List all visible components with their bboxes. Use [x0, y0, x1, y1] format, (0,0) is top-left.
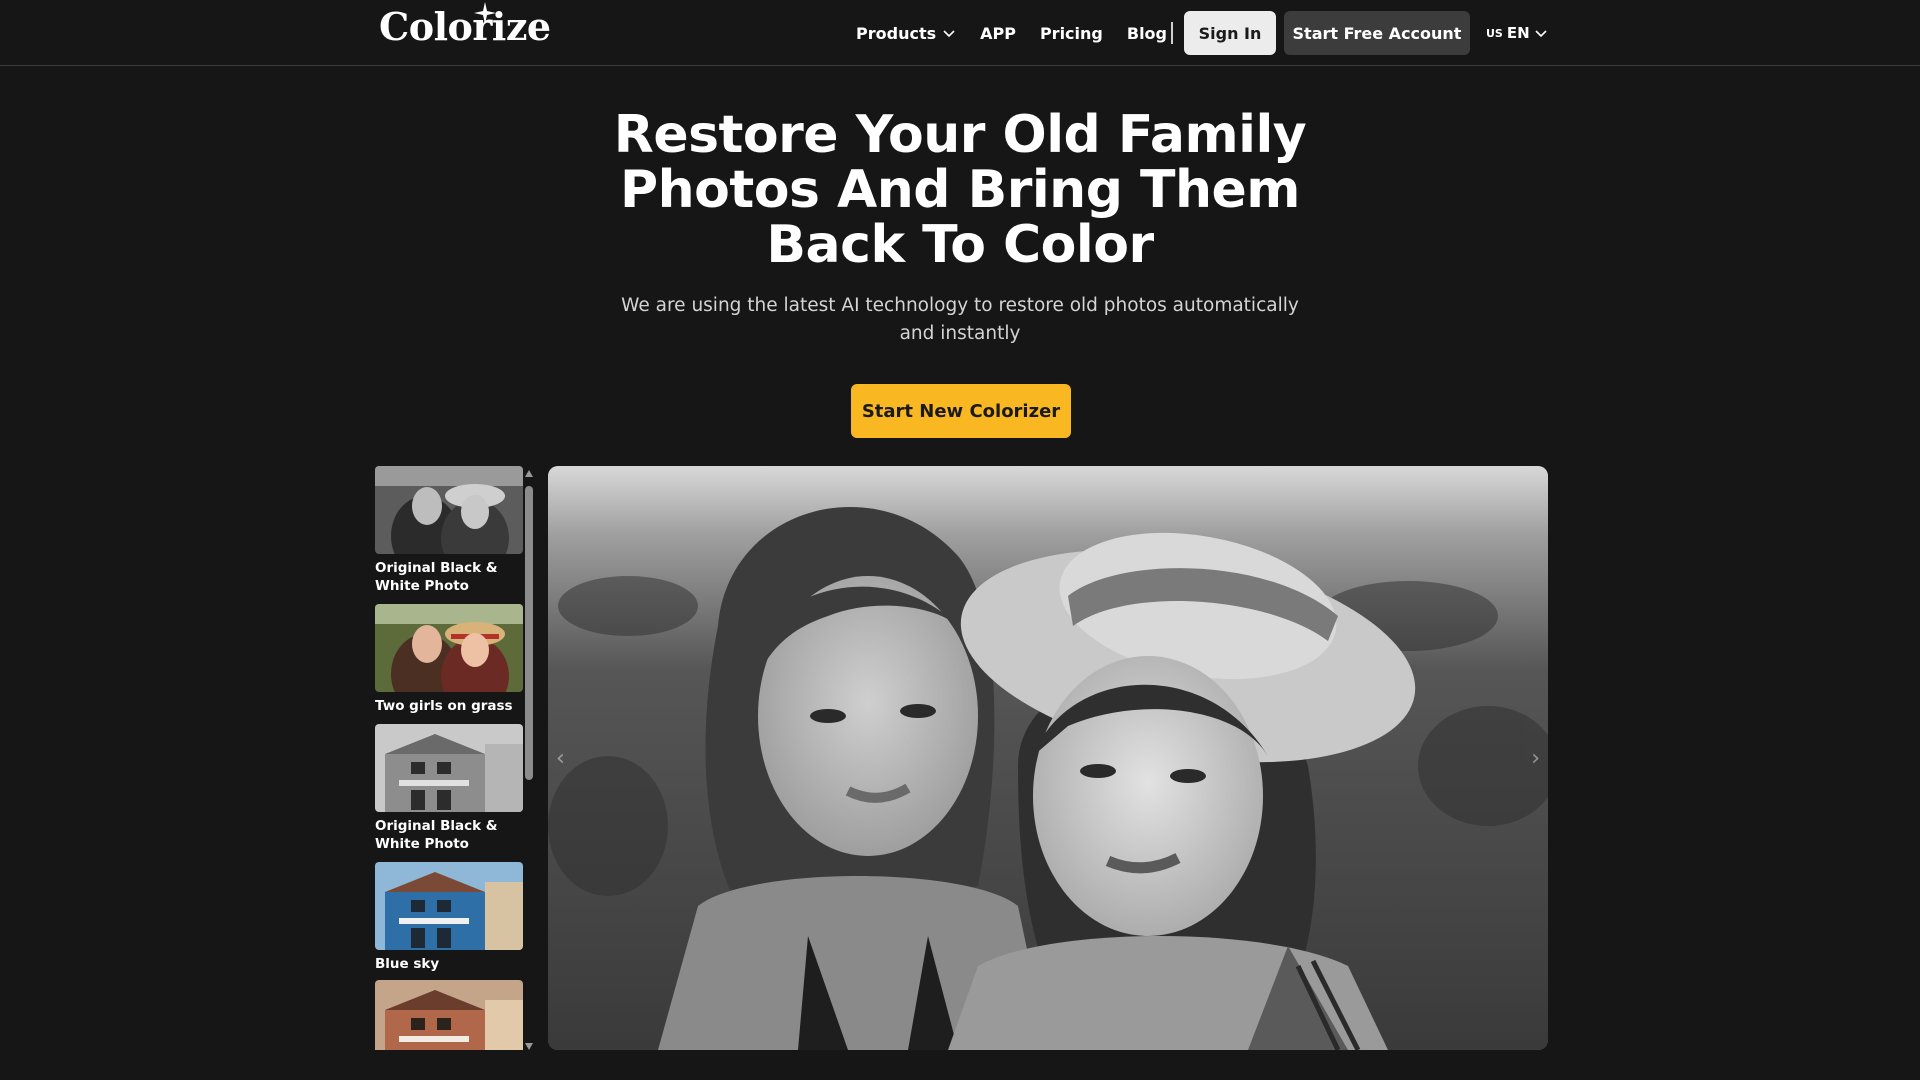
nav-products-label: Products	[856, 23, 937, 43]
sign-in-button[interactable]: Sign In	[1184, 11, 1276, 55]
gallery-item[interactable]: Original Black & White Photo	[375, 724, 523, 853]
scroll-up-arrow-icon[interactable]	[525, 470, 533, 477]
chevron-down-icon	[1535, 30, 1547, 38]
language-code: EN	[1506, 24, 1530, 42]
top-navbar: Colorize Products APP Pricing Blog Sign …	[0, 0, 1920, 66]
gallery-item[interactable]: Original Black & White Photo	[375, 466, 523, 595]
gallery-item[interactable]: Two girls on grass	[375, 604, 523, 715]
language-selector[interactable]: US EN	[1486, 22, 1548, 44]
gallery-scrollbar[interactable]	[524, 470, 534, 1050]
thumbnail-house-blue[interactable]	[375, 862, 523, 950]
chevron-down-icon	[943, 30, 955, 38]
gallery-item[interactable]	[375, 980, 523, 1050]
scroll-down-arrow-icon[interactable]	[525, 1043, 533, 1050]
start-new-colorizer-button[interactable]: Start New Colorizer	[851, 384, 1071, 438]
thumbnail-label: Original Black & White Photo	[375, 560, 498, 594]
scrollbar-thumb[interactable]	[525, 486, 533, 780]
colorize-logo[interactable]: Colorize	[379, 4, 551, 49]
sample-gallery[interactable]: Original Black & White Photo Two girls o…	[375, 466, 537, 1050]
nav-pricing[interactable]: Pricing	[1040, 24, 1103, 43]
hero-title: Restore Your Old Family Photos And Bring…	[613, 105, 1307, 275]
nav-pricing-label: Pricing	[1039, 23, 1103, 43]
nav-app-label: APP	[980, 23, 1016, 43]
next-arrow-icon[interactable]: ›	[1531, 746, 1540, 771]
thumbnail-house-bw[interactable]	[375, 724, 523, 812]
start-free-account-button[interactable]: Start Free Account	[1284, 11, 1470, 55]
thumbnail-girls-bw[interactable]	[375, 466, 523, 554]
thumbnail-label: Two girls on grass	[375, 698, 513, 714]
thumbnail-label: Blue sky	[375, 956, 440, 972]
us-flag-icon: US	[1486, 26, 1503, 40]
gallery-item[interactable]: Blue sky	[375, 862, 523, 973]
nav-divider	[1171, 22, 1173, 44]
nav-products[interactable]: Products	[856, 24, 956, 43]
nav-blog-label: Blog	[1126, 23, 1167, 43]
hero-subtitle: We are using the latest AI technology to…	[621, 295, 1299, 344]
main-photo	[548, 466, 1548, 1050]
nav-app[interactable]: APP	[980, 24, 1016, 43]
thumbnail-house-warm[interactable]	[375, 980, 523, 1050]
sparkle-icon	[474, 2, 496, 24]
nav-blog[interactable]: Blog	[1127, 24, 1167, 43]
main-photo-viewer[interactable]: ‹ ›	[548, 466, 1548, 1050]
thumbnail-girls-color[interactable]	[375, 604, 523, 692]
main-nav: Products APP Pricing Blog	[856, 0, 1167, 66]
thumbnail-label: Original Black & White Photo	[375, 818, 498, 852]
previous-arrow-icon[interactable]: ‹	[556, 746, 565, 771]
